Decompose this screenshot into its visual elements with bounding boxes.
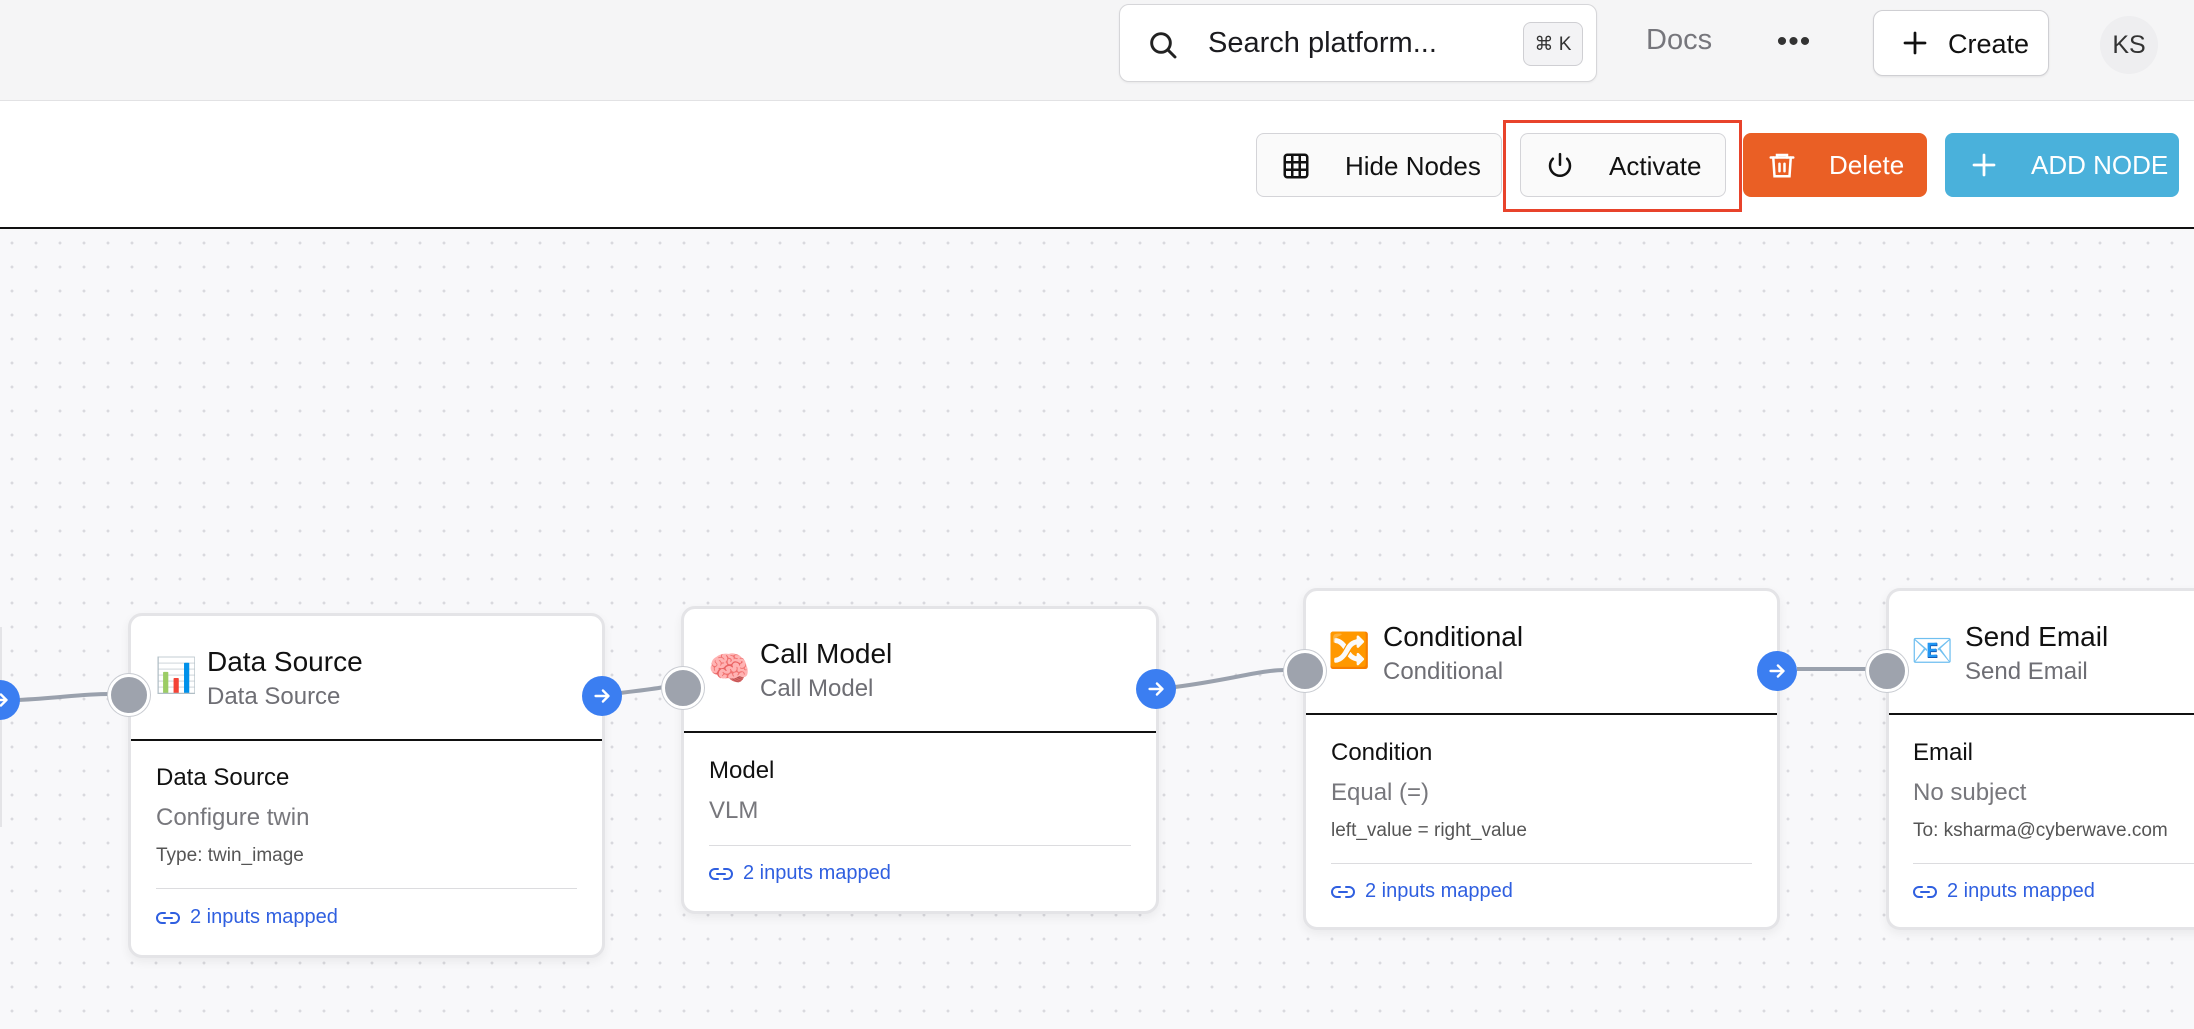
ellipsis-icon: ••• [1776,25,1812,58]
node-section-label: Condition [1331,739,1433,766]
node-send-email[interactable]: 📧 Send Email Send Email Email No subject… [1886,588,2194,930]
brain-icon: 🧠 [708,650,751,688]
trash-icon [1769,153,1795,178]
node-section-label: Email [1913,739,1974,766]
node-subtitle: Send Email [1965,658,2088,685]
user-avatar[interactable]: KS [2100,16,2158,74]
create-button[interactable]: Create [1873,10,2049,76]
arrow-right-icon [0,693,8,707]
node-title: Conditional [1383,621,1524,652]
node-divider [1913,863,2194,864]
node-header: 🔀 Conditional Conditional [1306,591,1777,715]
node-header: 📧 Send Email Send Email [1889,591,2194,715]
node-title: Call Model [760,638,893,669]
search-bar[interactable]: Search platform... ⌘ K [1119,4,1597,82]
inputs-mapped-link[interactable]: 2 inputs mapped [709,862,891,885]
inputs-mapped-label: 2 inputs mapped [1947,880,2095,902]
inputs-mapped-label: 2 inputs mapped [743,862,891,884]
node-header: 📊 Data Source Data Source [131,616,602,741]
node-subtitle: Call Model [760,675,874,702]
input-port[interactable] [662,667,704,709]
add-node-label: ADD NODE [2031,150,2169,180]
offscreen-node-edge [0,627,2,827]
inputs-mapped-link[interactable]: 2 inputs mapped [1913,880,2095,903]
inputs-mapped-label: 2 inputs mapped [190,906,338,928]
docs-link[interactable]: Docs [1646,24,1712,57]
node-meta: left_value = right_value [1331,820,1527,841]
activate-label: Activate [1609,151,1702,181]
node-data-source[interactable]: 📊 Data Source Data Source Data Source Co… [128,613,605,958]
node-title: Data Source [207,646,363,677]
grid-icon [1283,153,1309,179]
output-port[interactable] [1757,651,1797,691]
avatar-initials: KS [2112,30,2146,59]
link-icon [1331,885,1355,898]
node-divider [1331,863,1752,864]
delete-button[interactable]: Delete [1743,133,1927,197]
node-section-label: Model [709,757,775,784]
plus-icon [1903,31,1927,55]
node-title: Send Email [1965,621,2109,652]
node-conditional[interactable]: 🔀 Conditional Conditional Condition Equa… [1303,588,1780,930]
arrow-right-icon [1769,664,1785,678]
node-value: No subject [1913,779,2027,806]
more-menu-button[interactable]: ••• [1772,22,1816,62]
output-port[interactable] [1136,669,1176,709]
plus-icon [1972,153,1996,177]
hide-nodes-button[interactable]: Hide Nodes [1256,133,1502,197]
arrow-right-icon [1148,682,1164,696]
inputs-mapped-link[interactable]: 2 inputs mapped [1331,880,1513,903]
node-divider [156,888,577,889]
inputs-mapped-label: 2 inputs mapped [1365,880,1513,902]
link-icon [156,911,180,924]
node-header: 🧠 Call Model Call Model [684,609,1156,733]
arrow-right-icon [594,689,610,703]
email-icon: 📧 [1911,632,1954,670]
output-port[interactable] [582,676,622,716]
bar-chart-icon: 📊 [155,657,198,695]
node-meta: To: ksharma@cyberwave.com [1913,820,2168,841]
add-node-button[interactable]: ADD NODE [1945,133,2179,197]
power-icon [1548,152,1572,178]
node-value: Configure twin [156,804,310,831]
top-bar: Search platform... ⌘ K Docs ••• Create K… [0,0,2194,101]
link-icon [1913,885,1937,898]
input-port[interactable] [1284,650,1326,692]
inputs-mapped-link[interactable]: 2 inputs mapped [156,906,338,929]
node-value: VLM [709,797,759,824]
search-icon [1150,32,1177,59]
workflow-toolbar: Hide Nodes Activate Delete ADD NODE [0,101,2194,229]
link-icon [709,867,733,880]
input-port[interactable] [108,674,150,716]
node-divider [709,845,1131,846]
input-port[interactable] [1866,650,1908,692]
node-subtitle: Data Source [207,683,341,710]
node-subtitle: Conditional [1383,658,1504,685]
shuffle-icon: 🔀 [1328,632,1371,670]
search-shortcut-badge: ⌘ K [1523,22,1583,66]
node-section-label: Data Source [156,764,290,791]
node-call-model[interactable]: 🧠 Call Model Call Model Model VLM 2 inpu… [681,606,1159,914]
node-meta: Type: twin_image [156,845,304,866]
activate-button[interactable]: Activate [1520,133,1726,197]
search-placeholder: Search platform... [1208,27,1437,59]
delete-label: Delete [1829,150,1905,180]
create-button-label: Create [1948,29,2030,59]
hide-nodes-label: Hide Nodes [1345,151,1481,181]
node-value: Equal (=) [1331,779,1430,806]
